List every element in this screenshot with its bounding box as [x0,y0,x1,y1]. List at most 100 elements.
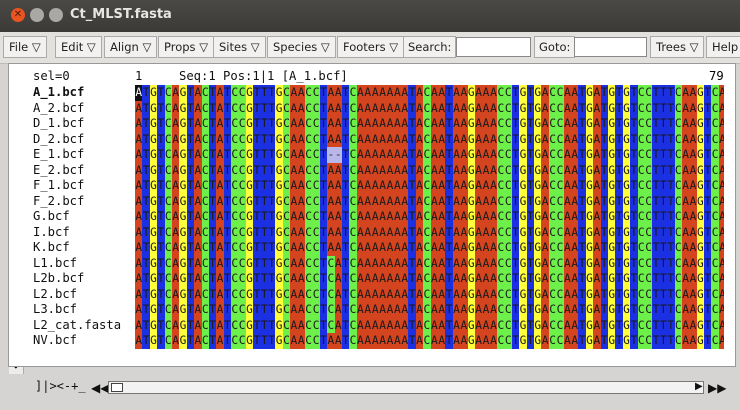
nucleotide-cell[interactable]: A [393,100,402,116]
nucleotide-cell[interactable]: A [474,85,483,101]
nucleotide-cell[interactable]: C [644,178,653,194]
nucleotide-cell[interactable]: C [504,85,512,101]
nucleotide-cell[interactable]: T [652,317,660,333]
nucleotide-cell[interactable]: A [371,240,379,256]
nucleotide-cell[interactable]: C [504,286,512,302]
nucleotide-cell[interactable]: G [608,255,616,271]
nucleotide-cell[interactable]: G [149,131,158,147]
nucleotide-cell[interactable]: T [208,162,217,178]
nucleotide-cell[interactable]: T [511,100,520,116]
nucleotide-cell[interactable]: C [423,302,431,318]
nucleotide-cell[interactable]: G [149,224,158,240]
nucleotide-cell[interactable]: T [260,302,269,318]
species-menu[interactable]: Species ▽ [267,36,336,58]
nucleotide-cell[interactable]: G [519,178,527,194]
nucleotide-cell[interactable]: G [696,131,705,147]
nucleotide-cell[interactable]: C [674,209,682,225]
nucleotide-cell[interactable]: C [238,209,246,225]
nucleotide-cell[interactable]: T [253,193,261,209]
nucleotide-cell[interactable]: T [142,100,150,116]
nucleotide-cell[interactable]: T [223,317,232,333]
nucleotide-cell[interactable]: A [571,131,579,147]
nucleotide-cell[interactable]: A [356,302,365,318]
nucleotide-cell[interactable]: T [667,147,675,163]
sequence-name[interactable]: L1.bcf [33,256,143,272]
nucleotide-cell[interactable]: T [408,178,416,194]
nucleotide-cell[interactable]: G [245,116,254,132]
nucleotide-cell[interactable]: A [593,178,601,194]
nucleotide-cell[interactable]: A [290,131,298,147]
sequence-row[interactable]: ATGTCAGTACTATCCGTTTGCAACCTCATCAAAAAAATAC… [135,255,724,271]
nucleotide-cell[interactable]: A [364,271,372,287]
nucleotide-cell[interactable]: A [386,224,394,240]
nucleotide-cell[interactable]: T [704,224,712,240]
nucleotide-cell[interactable]: T [260,85,269,101]
nucleotide-cell[interactable]: A [571,100,579,116]
nucleotide-cell[interactable]: T [652,333,660,349]
nucleotide-cell[interactable]: C [637,85,645,101]
nucleotide-cell[interactable]: T [600,286,608,302]
nucleotide-cell[interactable]: A [194,240,202,256]
nucleotide-cell[interactable]: C [164,100,172,116]
nucleotide-cell[interactable]: G [534,271,542,287]
nucleotide-cell[interactable]: G [467,255,475,271]
nucleotide-cell[interactable]: G [275,147,283,163]
nucleotide-cell[interactable]: A [171,178,180,194]
nucleotide-cell[interactable]: C [556,116,564,132]
nucleotide-cell[interactable]: T [142,224,150,240]
nucleotide-cell[interactable]: T [408,209,416,225]
nucleotide-cell[interactable]: T [511,224,520,240]
nucleotide-cell[interactable]: C [711,255,719,271]
nucleotide-cell[interactable]: A [681,147,690,163]
nucleotide-cell[interactable]: A [364,240,372,256]
nucleotide-cell[interactable]: C [497,209,505,225]
nucleotide-cell[interactable]: A [194,100,202,116]
trees-menu[interactable]: Trees ▽ [650,36,705,58]
nucleotide-cell[interactable]: C [231,147,239,163]
nucleotide-cell[interactable]: A [689,209,697,225]
nucleotide-cell[interactable]: G [696,240,705,256]
nucleotide-cell[interactable]: T [260,131,269,147]
nucleotide-cell[interactable]: G [622,271,631,287]
nucleotide-cell[interactable]: T [600,224,608,240]
nucleotide-cell[interactable]: C [312,209,320,225]
nucleotide-cell[interactable]: C [504,100,512,116]
nucleotide-cell[interactable]: T [600,193,608,209]
nucleotide-cell[interactable]: A [541,240,549,256]
nucleotide-cell[interactable]: A [474,255,483,271]
nucleotide-cell[interactable]: T [268,224,276,240]
nucleotide-cell[interactable]: T [253,302,261,318]
nucleotide-cell[interactable]: C [548,333,557,349]
nucleotide-cell[interactable]: A [438,193,446,209]
nucleotide-cell[interactable]: T [526,193,535,209]
nucleotide-cell[interactable]: C [231,255,239,271]
nucleotide-cell[interactable]: A [386,162,394,178]
nucleotide-cell[interactable]: A [371,147,379,163]
nucleotide-cell[interactable]: C [349,240,357,256]
nucleotide-cell[interactable]: T [445,209,453,225]
nucleotide-cell[interactable]: A [689,302,697,318]
nucleotide-cell[interactable]: A [327,85,335,101]
nucleotide-cell[interactable]: A [216,162,224,178]
nucleotide-cell[interactable]: G [275,178,283,194]
nucleotide-cell[interactable]: C [674,333,682,349]
nucleotide-cell[interactable]: C [304,271,313,287]
nucleotide-cell[interactable]: A [489,271,498,287]
nucleotide-cell[interactable]: T [667,85,675,101]
nucleotide-cell[interactable]: T [659,193,668,209]
nucleotide-cell[interactable]: T [260,271,269,287]
nucleotide-cell[interactable]: C [711,224,719,240]
nucleotide-cell[interactable]: T [319,162,328,178]
nucleotide-cell[interactable]: T [704,193,712,209]
nucleotide-cell[interactable]: A [489,100,498,116]
sequence-row[interactable]: ATGTCAGTACTATCCGTTTGCAACCTAATCAAAAAAATAC… [135,116,724,132]
nucleotide-cell[interactable]: A [378,286,387,302]
nucleotide-cell[interactable]: T [652,255,660,271]
nucleotide-cell[interactable]: A [681,271,690,287]
nucleotide-cell[interactable]: T [223,255,232,271]
nucleotide-cell[interactable]: T [667,116,675,132]
nucleotide-cell[interactable]: A [371,255,379,271]
nucleotide-cell[interactable]: A [364,224,372,240]
nucleotide-cell[interactable]: A [541,100,549,116]
nucleotide-cell[interactable]: G [149,255,158,271]
